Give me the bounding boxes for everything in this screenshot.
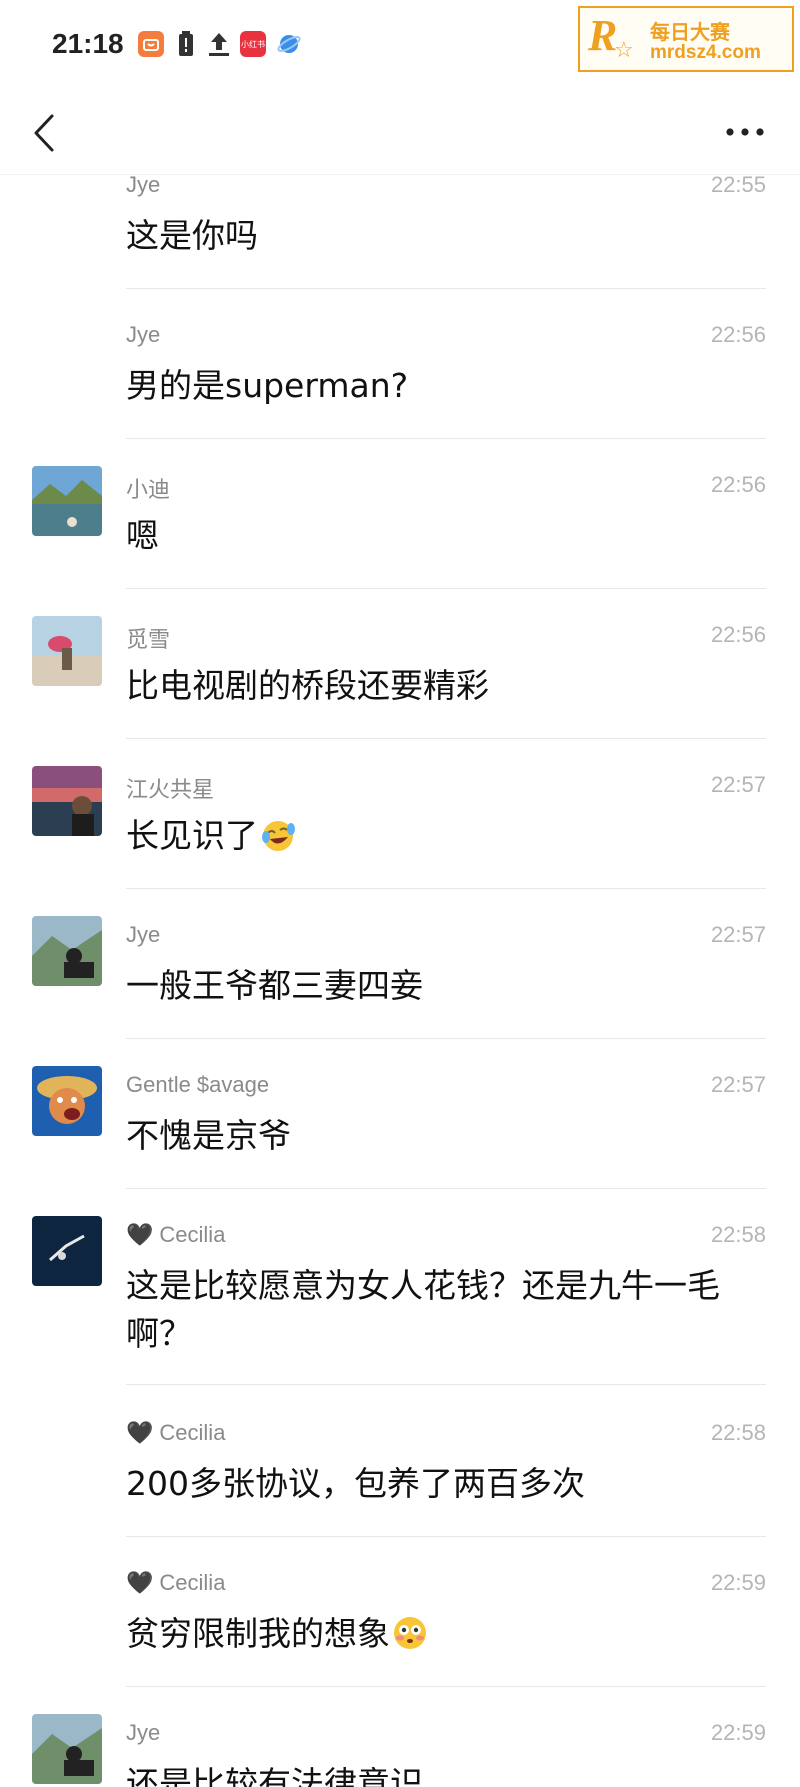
message-time: 22:58 bbox=[710, 1222, 766, 1247]
sender-name: 🖤 Cecilia bbox=[126, 1222, 225, 1248]
divider bbox=[126, 1188, 766, 1189]
avatar[interactable] bbox=[32, 1216, 102, 1286]
divider bbox=[126, 1686, 766, 1687]
message-text: 长见识了 bbox=[126, 812, 746, 860]
divider bbox=[126, 888, 766, 889]
flushed-face-emoji-icon bbox=[394, 1617, 426, 1649]
more-horizontal-icon bbox=[726, 128, 764, 136]
sender-name: 江火共星 bbox=[126, 777, 215, 802]
avatar[interactable] bbox=[32, 916, 102, 986]
message-item[interactable]: 觅雪 22:56 比电视剧的桥段还要精彩 bbox=[0, 610, 800, 740]
browser-icon bbox=[276, 31, 302, 57]
taobao-icon bbox=[138, 31, 164, 57]
sender-name: Jye bbox=[126, 322, 161, 347]
message-item[interactable]: Jye 22:57 一般王爷都三妻四妾 bbox=[0, 910, 800, 1040]
message-text: 比电视剧的桥段还要精彩 bbox=[126, 666, 489, 705]
message-time: 22:55 bbox=[710, 172, 766, 197]
black-heart-icon: 🖤 bbox=[126, 1570, 154, 1595]
message-text: 这是比较愿意为女人花钱？还是九牛一毛啊？ bbox=[126, 1266, 720, 1353]
sender-name-text: Cecilia bbox=[159, 1222, 226, 1247]
avatar[interactable] bbox=[32, 766, 102, 836]
message-text: 一般王爷都三妻四妾 bbox=[126, 966, 423, 1005]
message-text: 这是你吗 bbox=[126, 216, 258, 255]
message-time: 22:58 bbox=[710, 1420, 766, 1445]
message-item[interactable]: 江火共星 22:57 长见识了 bbox=[0, 760, 800, 890]
message-text: 200多张协议，包养了两百多次 bbox=[126, 1464, 585, 1503]
message-item[interactable]: 🖤 Cecilia 22:59 贫穷限制我的想象 bbox=[0, 1558, 800, 1688]
sender-name: Jye bbox=[126, 1720, 161, 1745]
status-time: 21:18 bbox=[52, 28, 124, 59]
avatar[interactable] bbox=[32, 616, 102, 686]
message-item[interactable]: 🖤 Cecilia 22:58 200多张协议，包养了两百多次 bbox=[0, 1408, 800, 1538]
laughing-tears-emoji-icon bbox=[262, 821, 295, 851]
message-item[interactable]: Gentle $avage 22:57 不愧是京爷 bbox=[0, 1060, 800, 1190]
message-text: 不愧是京爷 bbox=[126, 1116, 291, 1155]
sender-name-text: Cecilia bbox=[159, 1570, 226, 1595]
xiaohongshu-icon: 小红书 bbox=[240, 31, 266, 57]
sender-name-text: Cecilia bbox=[159, 1420, 226, 1445]
message-text: 嗯 bbox=[126, 516, 159, 555]
message-text: 贫穷限制我的想象 bbox=[126, 1610, 746, 1658]
message-item[interactable]: 🖤 Cecilia 22:58 这是比较愿意为女人花钱？还是九牛一毛啊？ bbox=[0, 1210, 800, 1385]
star-icon: ☆ bbox=[614, 38, 634, 63]
message-time: 22:59 bbox=[710, 1720, 766, 1745]
sender-name: Jye bbox=[126, 172, 161, 197]
sender-name: 小迪 bbox=[126, 477, 171, 502]
sender-name: 🖤 Cecilia bbox=[126, 1570, 225, 1596]
message-item[interactable]: Jye 22:59 还是比较有法律意识 bbox=[0, 1708, 800, 1787]
status-bar: 21:18 小红书 R ☆ 每日大赛 mrdsz4.com bbox=[0, 0, 800, 92]
watermark-title: 每日大赛 bbox=[650, 20, 730, 44]
divider bbox=[126, 588, 766, 589]
message-time: 22:56 bbox=[710, 472, 766, 497]
message-time: 22:57 bbox=[710, 922, 766, 947]
chevron-left-icon bbox=[34, 114, 54, 152]
divider bbox=[126, 738, 766, 739]
message-item[interactable]: Jye 22:56 男的是superman? bbox=[0, 310, 800, 440]
message-time: 22:56 bbox=[710, 622, 766, 647]
divider bbox=[126, 288, 766, 289]
avatar[interactable] bbox=[32, 1714, 102, 1784]
upload-icon bbox=[206, 31, 232, 57]
message-time: 22:57 bbox=[710, 1072, 766, 1097]
watermark-logo: R ☆ 每日大赛 mrdsz4.com bbox=[578, 6, 794, 72]
message-item[interactable]: 小迪 22:56 嗯 bbox=[0, 460, 800, 590]
avatar[interactable] bbox=[32, 1066, 102, 1136]
sender-name: 觅雪 bbox=[126, 627, 171, 652]
back-button[interactable] bbox=[26, 110, 66, 156]
message-item[interactable]: Jye 22:55 这是你吗 bbox=[0, 160, 800, 290]
divider bbox=[126, 1038, 766, 1039]
message-time: 22:57 bbox=[710, 772, 766, 797]
message-text-content: 贫穷限制我的想象 bbox=[126, 1614, 390, 1653]
watermark-letter: R bbox=[588, 11, 618, 60]
more-button[interactable] bbox=[720, 112, 770, 152]
message-text-content: 长见识了 bbox=[126, 816, 258, 855]
message-text: 男的是superman? bbox=[126, 366, 409, 405]
sender-name: Jye bbox=[126, 922, 161, 947]
sender-name: 🖤 Cecilia bbox=[126, 1420, 225, 1446]
message-text: 还是比较有法律意识 bbox=[126, 1764, 423, 1787]
xiaohongshu-label: 小红书 bbox=[241, 39, 265, 49]
message-time: 22:56 bbox=[710, 322, 766, 347]
message-time: 22:59 bbox=[710, 1570, 766, 1595]
avatar[interactable] bbox=[32, 466, 102, 536]
divider bbox=[126, 438, 766, 439]
divider bbox=[126, 1536, 766, 1537]
battery-alert-icon bbox=[173, 31, 199, 57]
watermark-url: mrdsz4.com bbox=[650, 42, 761, 63]
black-heart-icon: 🖤 bbox=[126, 1420, 154, 1445]
divider bbox=[126, 1384, 766, 1385]
sender-name: Gentle $avage bbox=[126, 1072, 270, 1097]
black-heart-icon: 🖤 bbox=[126, 1222, 154, 1247]
